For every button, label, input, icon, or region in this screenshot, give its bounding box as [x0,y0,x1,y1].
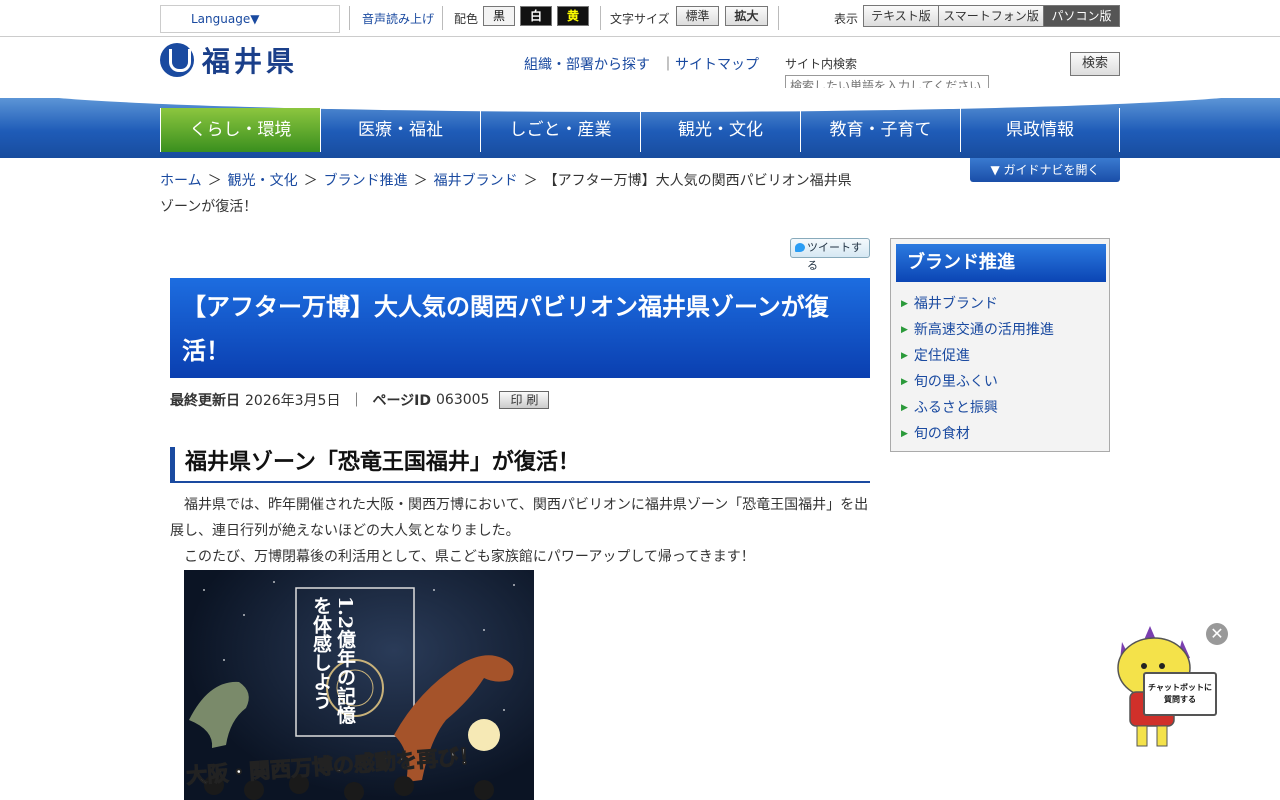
org-search-link[interactable]: 組織・部署から探す [524,54,650,74]
twitter-bird-icon [795,243,805,252]
article-body: 福井県では、昨年開催された大阪・関西万博において、関西パビリオンに福井県ゾーン「… [170,492,870,570]
chatbot-question-button[interactable]: チャットボットに質問する [1143,672,1217,716]
language-select[interactable]: Language▼ [160,5,340,33]
breadcrumb-brand[interactable]: ブランド推進 [324,173,408,189]
breadcrumb-tourism[interactable]: 観光・文化 [228,173,298,189]
poster-vertical-text: 1.2億年の記憶を体感しよう [310,596,356,725]
nav-item-medical[interactable]: 医療・福祉 [320,108,480,152]
breadcrumb-separator: ＞ [413,173,428,189]
text-version-button[interactable]: テキスト版 [863,5,939,27]
nav-item-tourism[interactable]: 観光・文化 [640,108,800,152]
smartphone-version-button[interactable]: スマートフォン版 [938,5,1044,27]
utility-bar: Language▼ 音声読み上げ 配色 黒 白 黄 文字サイズ 標準 拡大 表示… [0,0,1280,37]
paragraph: 福井県では、昨年開催された大阪・関西万博において、関西パビリオンに福井県ゾーン「… [170,497,869,539]
search-button[interactable]: 検索 [1070,52,1120,76]
sidebar-item-settlement[interactable]: 定住促進 [901,343,1054,369]
breadcrumb-separator: ＞ [207,173,222,189]
nav-item-government[interactable]: 県政情報 [960,108,1120,152]
divider [349,6,350,30]
sidebar-item-shun-no-sato[interactable]: 旬の里ふくい [901,369,1054,395]
section-heading: 福井県ゾーン「恐竜王国福井」が復活！ [170,447,870,483]
divider [600,6,601,30]
guide-navi-button[interactable]: ▼ ガイドナビを開く [970,158,1120,182]
breadcrumb-separator: ＞ [303,173,318,189]
nav-item-education[interactable]: 教育・子育て [800,108,960,152]
font-large-button[interactable]: 拡大 [725,6,768,26]
nav-item-work[interactable]: しごと・産業 [480,108,640,152]
divider [778,6,779,30]
updated-label: 最終更新日 [170,393,240,409]
color-scheme-label: 配色 [454,12,479,26]
breadcrumb-fukui-brand[interactable]: 福井ブランド [434,173,518,189]
color-yellow-button[interactable]: 黄 [557,6,589,26]
search-label: サイト内検索 [785,57,858,71]
sidebar-item-fukui-brand[interactable]: 福井ブランド [901,291,1054,317]
sidebar-title: ブランド推進 [896,244,1106,282]
tweet-button[interactable]: ツイートする [790,238,870,272]
page-id-value: 063005 [436,392,490,408]
tweet-label: ツイートする [807,241,862,272]
updated-value: 2026年3月5日 [245,393,341,409]
read-aloud-link[interactable]: 音声読み上げ [362,10,434,27]
meta-separator: ｜ [349,393,364,409]
page-title: 【アフター万博】大人気の関西パビリオン福井県ゾーンが復活！ [170,278,870,378]
site-logo[interactable]: 福井県 [160,42,298,78]
sitemap-link[interactable]: サイトマップ [675,54,759,74]
page-id-label: ページID [372,393,432,409]
global-nav: くらし・環境 医療・福祉 しごと・産業 観光・文化 教育・子育て 県政情報 [160,108,1120,152]
breadcrumb: ホーム＞観光・文化＞ブランド推進＞福井ブランド＞【アフター万博】大人気の関西パビ… [160,168,860,220]
page-meta: 最終更新日 2026年3月5日 ｜ ページID 063005 印 刷 [170,390,550,410]
pc-version-button[interactable]: パソコン版 [1043,5,1120,27]
sidebar-item-seasonal-food[interactable]: 旬の食材 [901,421,1054,447]
logo-text: 福井県 [202,45,299,78]
prefecture-emblem-icon [160,43,194,77]
sidebar: ブランド推進 福井ブランド 新高速交通の活用推進 定住促進 旬の里ふくい ふるさ… [890,238,1110,452]
color-black-button[interactable]: 黒 [483,6,515,26]
color-white-button[interactable]: 白 [520,6,552,26]
breadcrumb-home[interactable]: ホーム [160,173,202,189]
link-separator: ｜ [661,57,675,73]
divider [442,6,443,30]
event-poster-image: 1.2億年の記憶を体感しよう 大阪・関西万博の感動を再び！ [184,570,534,800]
font-size-label: 文字サイズ [610,12,670,26]
nav-item-living[interactable]: くらし・環境 [160,108,320,152]
display-mode-label: 表示 [834,12,859,26]
font-standard-button[interactable]: 標準 [676,6,719,26]
print-button[interactable]: 印 刷 [499,391,550,409]
sidebar-menu: 福井ブランド 新高速交通の活用推進 定住促進 旬の里ふくい ふるさと振興 旬の食… [901,291,1054,447]
paragraph: このたび、万博閉幕後の利活用として、県こども家族館にパワーアップして帰ってきます… [184,549,755,565]
sidebar-item-high-speed-transport[interactable]: 新高速交通の活用推進 [901,317,1054,343]
sidebar-item-hometown-promotion[interactable]: ふるさと振興 [901,395,1054,421]
chatbot-close-icon[interactable]: ✕ [1206,623,1228,645]
breadcrumb-separator: ＞ [523,173,538,189]
